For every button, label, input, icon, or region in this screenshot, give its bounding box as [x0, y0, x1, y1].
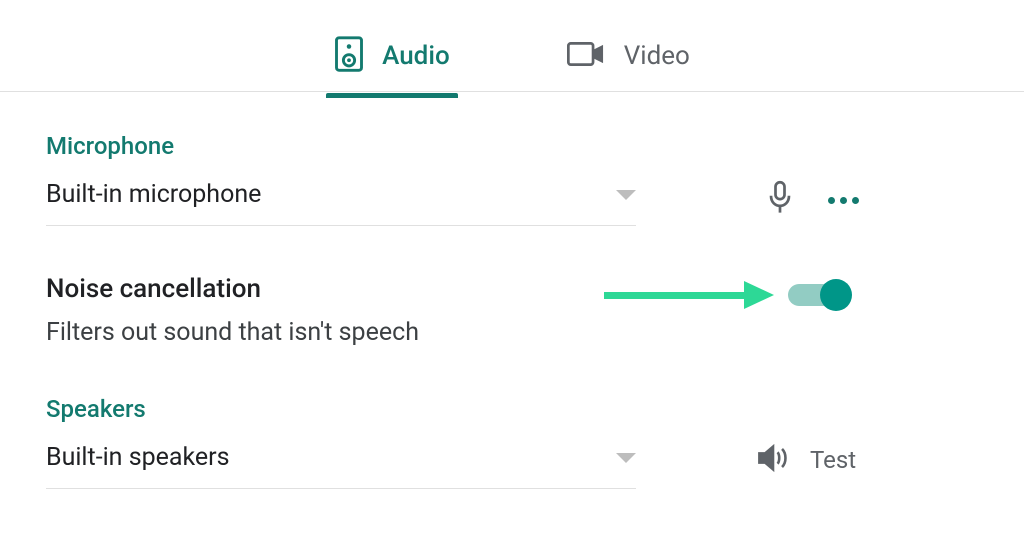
speakers-title: Speakers	[46, 395, 978, 423]
test-label: Test	[810, 446, 856, 474]
microphone-dropdown[interactable]: Built-in microphone	[46, 180, 636, 226]
settings-content: Microphone Built-in microphone	[0, 92, 1024, 489]
section-noise-cancellation: Noise cancellation Filters out sound tha…	[46, 274, 978, 347]
tab-video-label: Video	[624, 41, 690, 71]
volume-icon	[756, 443, 790, 477]
chevron-down-icon	[616, 453, 636, 463]
speakers-selected: Built-in speakers	[46, 443, 230, 472]
speakers-dropdown[interactable]: Built-in speakers	[46, 443, 636, 489]
tab-audio-label: Audio	[382, 41, 450, 71]
annotation-arrow-icon	[604, 285, 774, 305]
microphone-selected: Built-in microphone	[46, 180, 261, 209]
noise-toggle[interactable]	[788, 284, 848, 306]
section-microphone: Microphone Built-in microphone	[46, 132, 978, 226]
microphone-icon[interactable]	[766, 180, 794, 220]
section-speakers: Speakers Built-in speakers Test	[46, 395, 978, 489]
test-speakers-button[interactable]: Test	[756, 443, 856, 477]
speaker-device-icon	[334, 35, 364, 77]
tab-audio[interactable]: Audio	[326, 15, 458, 97]
tab-bar: Audio Video	[0, 0, 1024, 92]
noise-title: Noise cancellation	[46, 274, 604, 304]
noise-description: Filters out sound that isn't speech	[46, 318, 604, 347]
tab-video[interactable]: Video	[558, 19, 698, 93]
more-options-icon[interactable]	[828, 197, 859, 204]
microphone-title: Microphone	[46, 132, 978, 160]
chevron-down-icon	[616, 190, 636, 200]
video-camera-icon	[566, 39, 606, 73]
